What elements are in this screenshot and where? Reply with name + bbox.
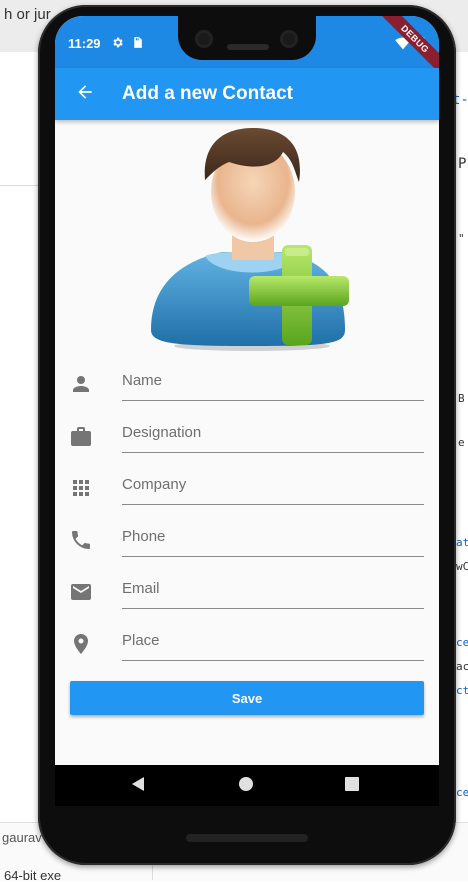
nav-recents-button[interactable] (337, 772, 367, 800)
mail-icon (69, 580, 93, 604)
bottom-speaker-grille (186, 834, 308, 842)
save-button[interactable]: Save (70, 681, 424, 715)
status-icons-left (111, 36, 143, 54)
add-contact-avatar-image (147, 120, 357, 352)
phone-icon (69, 528, 93, 552)
code-fragment: wC (456, 560, 468, 573)
location-pin-icon (69, 632, 93, 656)
code-fragment: e (458, 436, 465, 449)
status-time: 11:29 (68, 36, 101, 51)
status-bar: 11:29 DEBUG (55, 16, 439, 80)
designation-field-row (55, 412, 439, 464)
recents-square-icon (344, 776, 360, 797)
nav-back-button[interactable] (123, 772, 153, 800)
company-input[interactable] (122, 464, 424, 505)
company-field-row (55, 464, 439, 516)
background-user-text: gaurav (2, 830, 42, 845)
name-field-row (55, 360, 439, 412)
home-circle-icon (238, 776, 254, 797)
code-fragment: ct (456, 684, 468, 697)
code-fragment: P (458, 156, 467, 172)
designation-input[interactable] (122, 412, 424, 453)
arrow-back-icon (75, 82, 95, 107)
code-fragment: ce (456, 636, 468, 649)
briefcase-icon (69, 424, 93, 448)
sd-card-icon (132, 36, 143, 54)
back-triangle-icon (130, 776, 146, 797)
name-input[interactable] (122, 360, 424, 401)
back-button[interactable] (63, 72, 107, 116)
background-search-text: h or jur (4, 6, 51, 23)
email-field-row (55, 568, 439, 620)
phone-input[interactable] (122, 516, 424, 557)
front-sensor (280, 30, 298, 48)
email-input[interactable] (122, 568, 424, 609)
person-icon (69, 372, 93, 396)
camera-notch (178, 16, 316, 60)
code-fragment: ce (456, 786, 468, 799)
apps-grid-icon (69, 476, 93, 500)
code-fragment: " (458, 232, 465, 245)
background-divider (0, 185, 40, 186)
code-fragment: at (456, 536, 468, 549)
settings-icon (111, 36, 124, 54)
place-input[interactable] (122, 620, 424, 661)
code-fragment: B (458, 392, 465, 405)
phone-field-row (55, 516, 439, 568)
app-bar: Add a new Contact (55, 68, 439, 120)
front-camera (195, 30, 213, 48)
page-title: Add a new Contact (122, 83, 294, 104)
android-nav-bar (55, 765, 439, 806)
nav-home-button[interactable] (231, 772, 261, 800)
earpiece-speaker (227, 44, 269, 50)
place-field-row (55, 620, 439, 672)
phone-screen: 11:29 DEBUG Add a new Contact Name Desig… (55, 16, 439, 806)
code-fragment: ac (456, 660, 468, 673)
background-exe-text: 64-bit exe (4, 868, 62, 883)
